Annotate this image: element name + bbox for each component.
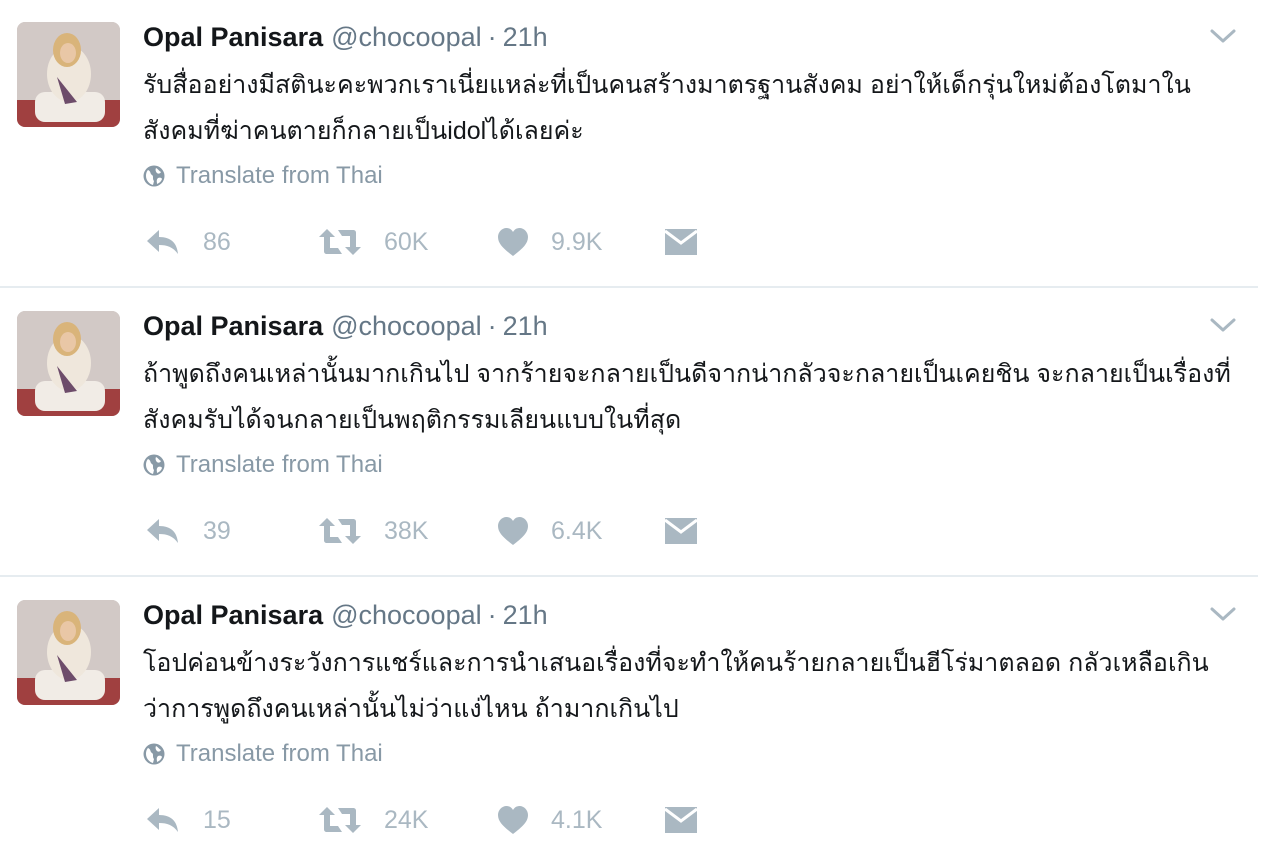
author-name[interactable]: Opal Panisara bbox=[143, 22, 323, 52]
author-name[interactable]: Opal Panisara bbox=[143, 600, 323, 630]
separator-dot: · bbox=[487, 22, 497, 52]
globe-icon bbox=[143, 454, 165, 476]
retweet-icon bbox=[319, 229, 361, 255]
globe-icon bbox=[143, 165, 165, 187]
avatar[interactable] bbox=[17, 600, 120, 705]
timestamp[interactable]: 21h bbox=[503, 311, 548, 341]
retweet-button[interactable]: 38K bbox=[318, 511, 428, 551]
author-handle[interactable]: @chocoopal bbox=[331, 600, 482, 630]
tweet-actions: 39 38K 6.4K bbox=[145, 511, 745, 551]
chevron-down-icon[interactable] bbox=[1208, 315, 1238, 335]
tweet[interactable]: Opal Panisara @chocoopal · 21h ถ้าพูดถึงคนเ… bbox=[0, 289, 1258, 579]
reply-icon bbox=[147, 230, 178, 254]
envelope-icon bbox=[664, 518, 698, 544]
avatar[interactable] bbox=[17, 22, 120, 127]
globe-icon bbox=[143, 743, 165, 765]
tweet-actions: 15 24K 4.1K bbox=[145, 800, 745, 840]
envelope-icon bbox=[664, 229, 698, 255]
like-count: 9.9K bbox=[551, 227, 603, 256]
translate-link[interactable]: Translate from Thai bbox=[142, 162, 383, 190]
translate-label: Translate from Thai bbox=[176, 740, 383, 767]
direct-message-button[interactable] bbox=[664, 800, 698, 840]
direct-message-button[interactable] bbox=[664, 222, 698, 262]
reply-icon bbox=[147, 808, 178, 832]
timestamp[interactable]: 21h bbox=[503, 600, 548, 630]
tweet[interactable]: Opal Panisara @chocoopal · 21h รับสื่ออย่าง… bbox=[0, 0, 1258, 290]
chevron-down-icon[interactable] bbox=[1208, 604, 1238, 624]
tweet[interactable]: Opal Panisara @chocoopal · 21h โอปค่อนข้างร… bbox=[0, 578, 1258, 868]
tweet-divider bbox=[0, 575, 1258, 577]
reply-icon bbox=[147, 519, 178, 543]
like-button[interactable]: 4.1K bbox=[497, 800, 602, 840]
like-count: 4.1K bbox=[551, 805, 603, 834]
tweet-text: ถ้าพูดถึงคนเหล่านั้นมากเกินไป จากร้ายจะก… bbox=[143, 360, 1231, 434]
reply-button[interactable]: 15 bbox=[145, 800, 231, 840]
translate-label: Translate from Thai bbox=[176, 451, 383, 478]
tweet-header: Opal Panisara @chocoopal · 21h bbox=[143, 20, 548, 54]
reply-count: 15 bbox=[203, 805, 231, 834]
tweet-actions: 86 60K 9.9K bbox=[145, 222, 745, 262]
reply-count: 39 bbox=[203, 516, 231, 545]
author-handle[interactable]: @chocoopal bbox=[331, 22, 482, 52]
retweet-count: 38K bbox=[384, 516, 429, 545]
like-button[interactable]: 6.4K bbox=[497, 511, 602, 551]
translate-label: Translate from Thai bbox=[176, 162, 383, 189]
retweet-count: 60K bbox=[384, 227, 429, 256]
author-handle[interactable]: @chocoopal bbox=[331, 311, 482, 341]
heart-icon bbox=[498, 228, 528, 256]
like-button[interactable]: 9.9K bbox=[497, 222, 602, 262]
tweet-header: Opal Panisara @chocoopal · 21h bbox=[143, 309, 548, 343]
avatar[interactable] bbox=[17, 311, 120, 416]
reply-button[interactable]: 39 bbox=[145, 511, 231, 551]
timestamp[interactable]: 21h bbox=[503, 22, 548, 52]
tweet-text: โอปค่อนข้างระวังการแชร์และการนำเสนอเรื่อ… bbox=[143, 649, 1209, 723]
separator-dot: · bbox=[487, 311, 497, 341]
retweet-count: 24K bbox=[384, 805, 429, 834]
envelope-icon bbox=[664, 807, 698, 833]
tweet-text: รับสื่ออย่างมีสตินะคะพวกเราเนี่ยแหล่ะที่… bbox=[143, 71, 1191, 145]
chevron-down-icon[interactable] bbox=[1208, 26, 1238, 46]
heart-icon bbox=[498, 517, 528, 545]
tweet-header: Opal Panisara @chocoopal · 21h bbox=[143, 598, 548, 632]
translate-link[interactable]: Translate from Thai bbox=[142, 740, 383, 768]
retweet-button[interactable]: 60K bbox=[318, 222, 428, 262]
reply-button[interactable]: 86 bbox=[145, 222, 231, 262]
reply-count: 86 bbox=[203, 227, 231, 256]
direct-message-button[interactable] bbox=[664, 511, 698, 551]
retweet-icon bbox=[319, 518, 361, 544]
retweet-icon bbox=[319, 807, 361, 833]
like-count: 6.4K bbox=[551, 516, 603, 545]
translate-link[interactable]: Translate from Thai bbox=[142, 451, 383, 479]
separator-dot: · bbox=[487, 600, 497, 630]
author-name[interactable]: Opal Panisara bbox=[143, 311, 323, 341]
heart-icon bbox=[498, 806, 528, 834]
retweet-button[interactable]: 24K bbox=[318, 800, 428, 840]
tweet-divider bbox=[0, 286, 1258, 288]
